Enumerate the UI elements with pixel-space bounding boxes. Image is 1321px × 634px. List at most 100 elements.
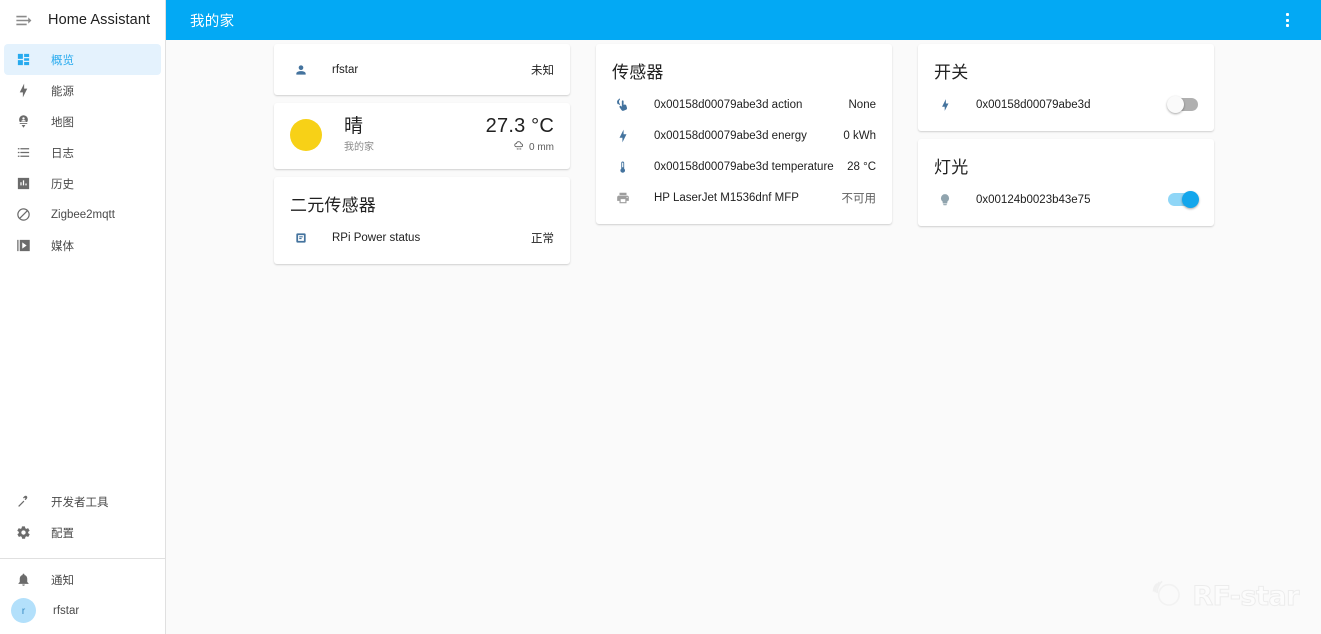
sidebar-item-energy[interactable]: 能源 bbox=[4, 75, 161, 106]
sidebar-footer: 通知 r rfstar bbox=[0, 564, 165, 634]
app-root: Home Assistant 概览 能源 地图 日志 历史 Zigbee2mqt… bbox=[0, 0, 1321, 634]
thermometer-icon bbox=[612, 156, 634, 178]
entity-row[interactable]: 0x00158d00079abe3d action None bbox=[612, 89, 876, 120]
topbar: 我的家 bbox=[166, 0, 1321, 40]
entity-name: RPi Power status bbox=[332, 231, 421, 244]
lightbulb-icon bbox=[934, 189, 956, 211]
card-title: 开关 bbox=[934, 63, 969, 82]
printer-icon bbox=[612, 187, 634, 209]
sidebar-divider bbox=[0, 558, 165, 559]
weather-text: 晴 我的家 bbox=[344, 116, 486, 154]
sensor-card: 传感器 0x00158d00079abe3d action None 0x001… bbox=[596, 44, 892, 224]
weather-location: 我的家 bbox=[344, 142, 374, 153]
sidebar-item-label: 概览 bbox=[51, 54, 74, 67]
weather-readings: 27.3 °C 0 mm bbox=[486, 115, 554, 155]
entity-name: 0x00158d00079abe3d action bbox=[654, 98, 803, 111]
chip-icon bbox=[290, 227, 312, 249]
entity-row[interactable]: 0x00124b0023b43e75 bbox=[934, 184, 1199, 215]
sidebar-item-logbook[interactable]: 日志 bbox=[4, 137, 161, 168]
sidebar-item-label: Zigbee2mqtt bbox=[51, 208, 115, 221]
entity-row[interactable]: 0x00158d00079abe3d temperature 28 °C bbox=[612, 151, 876, 182]
weather-content: 晴 我的家 27.3 °C 0 mm bbox=[274, 103, 570, 169]
entity-value: None bbox=[848, 98, 877, 111]
chart-box-icon bbox=[12, 173, 34, 195]
entity-row[interactable]: 0x00158d00079abe3d bbox=[934, 89, 1198, 120]
sidebar-item-label: 能源 bbox=[51, 85, 74, 98]
sidebar: Home Assistant 概览 能源 地图 日志 历史 Zigbee2mqt… bbox=[0, 0, 166, 634]
sidebar-item-label: 日志 bbox=[51, 147, 74, 160]
card-column-3: 开关 0x00158d00079abe3d 灯光 0x00124b0023b43… bbox=[905, 44, 1227, 272]
sidebar-item-media[interactable]: 媒体 bbox=[4, 230, 161, 261]
gear-icon bbox=[12, 522, 34, 544]
map-marker-account-icon bbox=[12, 111, 34, 133]
entity-name: HP LaserJet M1536dnf MFP bbox=[654, 191, 799, 204]
card-rows: rfstar 未知 bbox=[274, 44, 570, 95]
sidebar-item-configuration[interactable]: 配置 bbox=[4, 517, 161, 548]
entity-value: 28 °C bbox=[847, 160, 876, 173]
sidebar-item-history[interactable]: 历史 bbox=[4, 168, 161, 199]
binary-sensor-card: 二元传感器 RPi Power status 正常 bbox=[274, 177, 570, 264]
entity-name: rfstar bbox=[332, 63, 359, 76]
avatar: r bbox=[11, 598, 36, 623]
sidebar-title: Home Assistant bbox=[48, 12, 151, 28]
entity-name: 0x00158d00079abe3d bbox=[976, 98, 1091, 111]
flash-icon bbox=[934, 94, 956, 116]
sidebar-header: Home Assistant bbox=[0, 0, 165, 40]
dashboard-board: rfstar 未知 晴 我的家 27.3 °C 0 mm 二元传感器 RPi P… bbox=[166, 40, 1321, 634]
menu-open-icon[interactable] bbox=[10, 7, 36, 33]
switch-toggle[interactable] bbox=[1167, 95, 1198, 113]
sidebar-item-overview[interactable]: 概览 bbox=[4, 44, 161, 75]
main-area: 我的家 rfstar 未知 晴 我的家 27.3 °C 0 mm 二元传感器 R… bbox=[166, 0, 1321, 634]
person-card: rfstar 未知 bbox=[274, 44, 570, 95]
hammer-icon bbox=[12, 491, 34, 513]
card-column-1: rfstar 未知 晴 我的家 27.3 °C 0 mm 二元传感器 RPi P… bbox=[261, 44, 583, 272]
light-card: 灯光 0x00124b0023b43e75 bbox=[918, 139, 1214, 226]
entity-row[interactable]: 0x00158d00079abe3d energy 0 kWh bbox=[612, 120, 876, 151]
sidebar-item-user[interactable]: r rfstar bbox=[4, 595, 161, 626]
sidebar-item-zigbee2mqtt[interactable]: Zigbee2mqtt bbox=[4, 199, 161, 230]
entity-name: 0x00158d00079abe3d energy bbox=[654, 129, 807, 142]
entity-value: 不可用 bbox=[841, 192, 877, 205]
overflow-menu-button[interactable] bbox=[1270, 3, 1304, 37]
sidebar-item-map[interactable]: 地图 bbox=[4, 106, 161, 137]
lightning-bolt-icon bbox=[612, 125, 634, 147]
entity-row[interactable]: RPi Power status 正常 bbox=[290, 222, 554, 253]
account-icon bbox=[290, 59, 312, 81]
switch-card: 开关 0x00158d00079abe3d bbox=[918, 44, 1214, 131]
entity-row[interactable]: HP LaserJet M1536dnf MFP 不可用 bbox=[612, 182, 876, 213]
sidebar-item-label: 媒体 bbox=[51, 240, 74, 253]
view-dashboard-icon bbox=[12, 49, 34, 71]
sidebar-nav: 概览 能源 地图 日志 历史 Zigbee2mqtt 媒体 bbox=[0, 40, 165, 261]
sidebar-tools: 开发者工具 配置 bbox=[0, 486, 165, 554]
entity-name: 0x00124b0023b43e75 bbox=[976, 193, 1091, 206]
sidebar-item-label: 地图 bbox=[51, 116, 74, 129]
zigbee-icon bbox=[12, 204, 34, 226]
weather-state: 晴 bbox=[344, 116, 364, 137]
dots-vertical-icon bbox=[1285, 13, 1289, 27]
bell-icon bbox=[12, 569, 34, 591]
weather-pouring-icon bbox=[513, 140, 525, 155]
card-rows: RPi Power status 正常 bbox=[274, 222, 570, 264]
card-rows: 0x00158d00079abe3d action None 0x00158d0… bbox=[596, 89, 892, 224]
entity-value: 未知 bbox=[531, 64, 554, 77]
page-title: 我的家 bbox=[190, 13, 235, 30]
weather-precipitation: 0 mm bbox=[529, 142, 554, 153]
weather-card[interactable]: 晴 我的家 27.3 °C 0 mm bbox=[274, 103, 570, 169]
sidebar-item-label: rfstar bbox=[53, 604, 80, 617]
sidebar-item-notifications[interactable]: 通知 bbox=[4, 564, 161, 595]
sidebar-item-developer-tools[interactable]: 开发者工具 bbox=[4, 486, 161, 517]
light-toggle[interactable] bbox=[1168, 190, 1199, 208]
sidebar-item-label: 通知 bbox=[51, 574, 74, 587]
gesture-tap-icon bbox=[612, 94, 634, 116]
sidebar-item-label: 配置 bbox=[51, 527, 74, 540]
lightning-bolt-icon bbox=[12, 80, 34, 102]
entity-row[interactable]: rfstar 未知 bbox=[290, 54, 554, 85]
card-rows: 0x00158d00079abe3d bbox=[918, 89, 1214, 131]
weather-sunny-icon bbox=[290, 119, 322, 151]
card-title: 二元传感器 bbox=[290, 196, 376, 215]
weather-temperature: 27.3 °C bbox=[485, 115, 554, 137]
entity-value: 正常 bbox=[531, 232, 554, 245]
card-title: 传感器 bbox=[612, 63, 664, 82]
card-title: 灯光 bbox=[934, 158, 969, 177]
